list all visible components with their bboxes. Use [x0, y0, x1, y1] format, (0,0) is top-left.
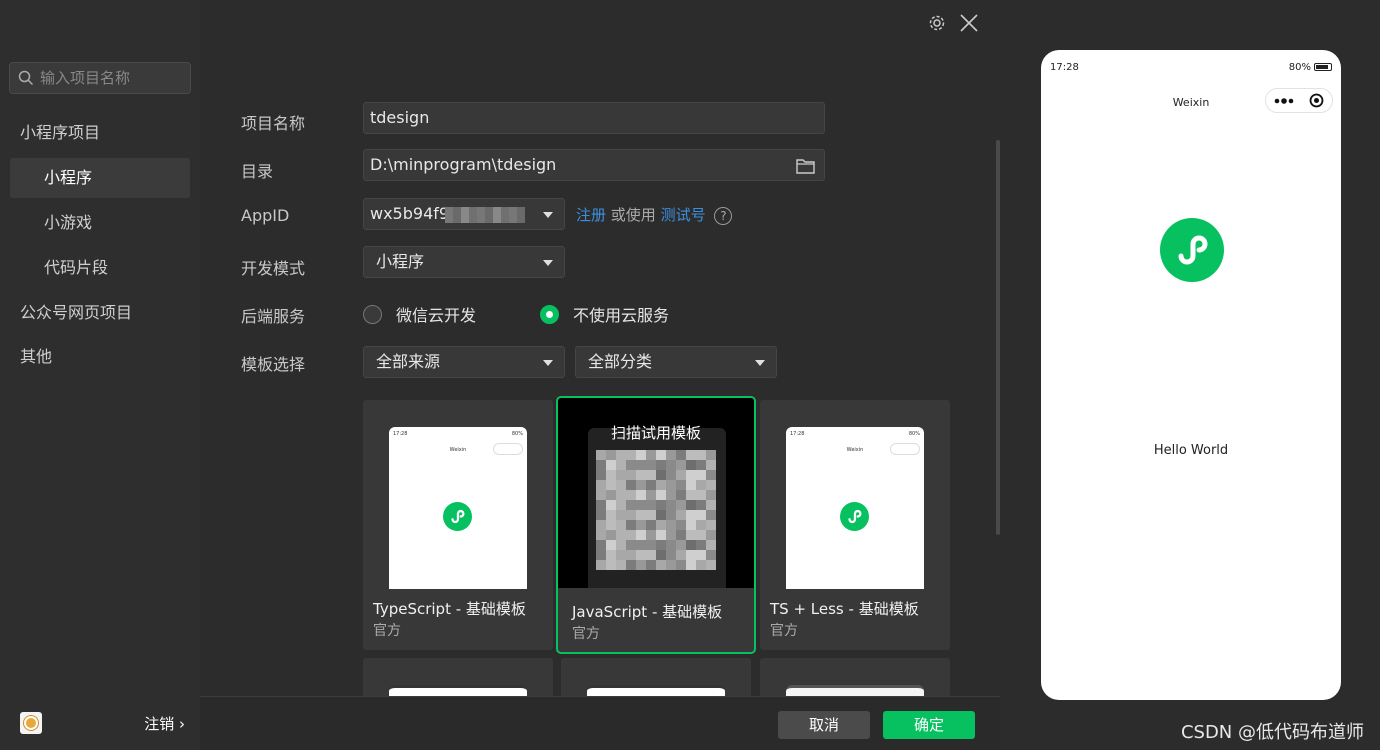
thumb-battery: 80%: [511, 431, 523, 437]
template-card[interactable]: [363, 658, 553, 698]
sidebar: 小程序项目 小程序 小游戏 代码片段 公众号网页项目 其他 注销 ›: [0, 0, 200, 750]
template-source: 官方: [373, 623, 401, 639]
template-label: 模板选择: [241, 355, 306, 374]
directory-label: 目录: [241, 162, 274, 181]
logout-label: 注销: [144, 714, 175, 733]
radio-label: 不使用云服务: [573, 306, 670, 325]
template-preview: 17:28 80% Weixin: [786, 427, 924, 589]
phone-preview: 17:28 80% Weixin Hello World: [1041, 50, 1341, 700]
template-card-ts-less[interactable]: 17:28 80% Weixin TS + Less - 基础模板 官方: [760, 400, 950, 650]
test-account-link[interactable]: 测试号: [661, 206, 706, 224]
caret-down-icon: [543, 360, 553, 366]
record-icon: [1309, 93, 1324, 108]
template-card-javascript[interactable]: 扫描试用模板 JavaScript - 基础模板 官方: [556, 396, 756, 654]
appid-value: wx5b94f9: [370, 204, 450, 223]
radio-dot: [363, 304, 382, 324]
sidebar-item-miniprogram[interactable]: 小程序: [10, 158, 190, 198]
avatar[interactable]: [20, 712, 42, 734]
source-value: 全部来源: [376, 352, 441, 371]
dev-mode-select[interactable]: 小程序: [363, 246, 565, 278]
help-icon[interactable]: ?: [714, 206, 733, 225]
project-name-field[interactable]: tdesign: [363, 102, 825, 134]
appid-select[interactable]: wx5b94f9: [363, 198, 565, 230]
redacted-block: [445, 206, 526, 223]
radio-dot: [540, 304, 559, 324]
logout-button[interactable]: 注销 ›: [144, 713, 185, 734]
category-value: 全部分类: [588, 352, 653, 371]
folder-icon[interactable]: [796, 158, 815, 174]
search-input[interactable]: [40, 69, 180, 87]
search-icon: [18, 70, 34, 86]
caret-down-icon: [543, 212, 553, 218]
template-source: 官方: [572, 626, 600, 642]
template-preview: 17:28 80% Weixin: [389, 427, 527, 589]
sidebar-item-official-account[interactable]: 公众号网页项目: [10, 293, 190, 333]
project-name-label: 项目名称: [241, 114, 306, 133]
register-link[interactable]: 注册: [576, 206, 606, 224]
battery-icon: [1314, 63, 1332, 71]
directory-value: D:\minprogram\tdesign: [370, 155, 557, 174]
sidebar-item-other[interactable]: 其他: [10, 337, 190, 377]
thumb-title: Weixin: [449, 447, 467, 453]
template-title: TS + Less - 基础模板: [770, 600, 919, 618]
radio-wechat-cloud[interactable]: 微信云开发: [363, 302, 476, 326]
caret-down-icon: [543, 260, 553, 266]
watermark: CSDN @低代码布道师: [1180, 722, 1364, 743]
template-title: JavaScript - 基础模板: [572, 603, 723, 621]
qr-code: [596, 450, 716, 570]
template-source: 官方: [770, 623, 798, 639]
preview-panel: 17:28 80% Weixin Hello World CSDN @低代码布道…: [1000, 0, 1380, 750]
miniprogram-logo-icon: [840, 502, 869, 531]
scan-try-label: 扫描试用模板: [610, 424, 701, 442]
miniprogram-logo-icon: [1160, 218, 1224, 282]
radio-no-cloud[interactable]: 不使用云服务: [540, 302, 669, 326]
thumb-time: 17:28: [790, 431, 805, 437]
radio-label: 微信云开发: [396, 306, 477, 325]
source-select[interactable]: 全部来源: [363, 346, 565, 378]
dev-mode-value: 小程序: [376, 252, 425, 271]
account-row: 注销 ›: [20, 712, 185, 734]
sidebar-item-miniprogram-projects[interactable]: 小程序项目: [10, 113, 190, 153]
thumb-title: Weixin: [846, 447, 864, 453]
backend-label: 后端服务: [241, 307, 306, 326]
capsule-menu: [1265, 88, 1333, 113]
confirm-button[interactable]: 确定: [883, 711, 975, 739]
directory-field[interactable]: D:\minprogram\tdesign: [363, 149, 825, 181]
cancel-button[interactable]: 取消: [778, 711, 870, 739]
main-panel: 项目名称 tdesign 目录 D:\minprogram\tdesign Ap…: [200, 0, 1000, 750]
dev-mode-label: 开发模式: [241, 259, 306, 278]
miniprogram-logo-icon: [443, 502, 472, 531]
gear-icon[interactable]: [928, 14, 946, 32]
close-icon[interactable]: [958, 12, 980, 34]
hello-text: Hello World: [1153, 443, 1229, 458]
status-time: 17:28: [1050, 62, 1079, 73]
appid-label: AppID: [241, 206, 290, 225]
thumb-battery: 80%: [908, 431, 920, 437]
thumb-time: 17:28: [393, 431, 408, 437]
sidebar-item-code-snippet[interactable]: 代码片段: [10, 248, 190, 288]
sidebar-item-minigame[interactable]: 小游戏: [10, 203, 190, 243]
template-card[interactable]: [760, 658, 950, 698]
chevron-right-icon: ›: [179, 714, 185, 733]
search-box[interactable]: [9, 62, 191, 94]
template-card-typescript[interactable]: 17:28 80% Weixin TypeScript - 基础模板 官方: [363, 400, 553, 650]
template-title: TypeScript - 基础模板: [373, 600, 526, 618]
template-card[interactable]: [561, 658, 751, 698]
caret-down-icon: [755, 360, 765, 366]
qr-overlay: 扫描试用模板: [558, 398, 754, 588]
more-icon: [1274, 97, 1294, 104]
status-battery: 80%: [1288, 62, 1311, 73]
footer-bar: 取消 确定: [200, 696, 1000, 750]
category-select[interactable]: 全部分类: [575, 346, 777, 378]
or-use-text: 或使用: [610, 206, 656, 224]
